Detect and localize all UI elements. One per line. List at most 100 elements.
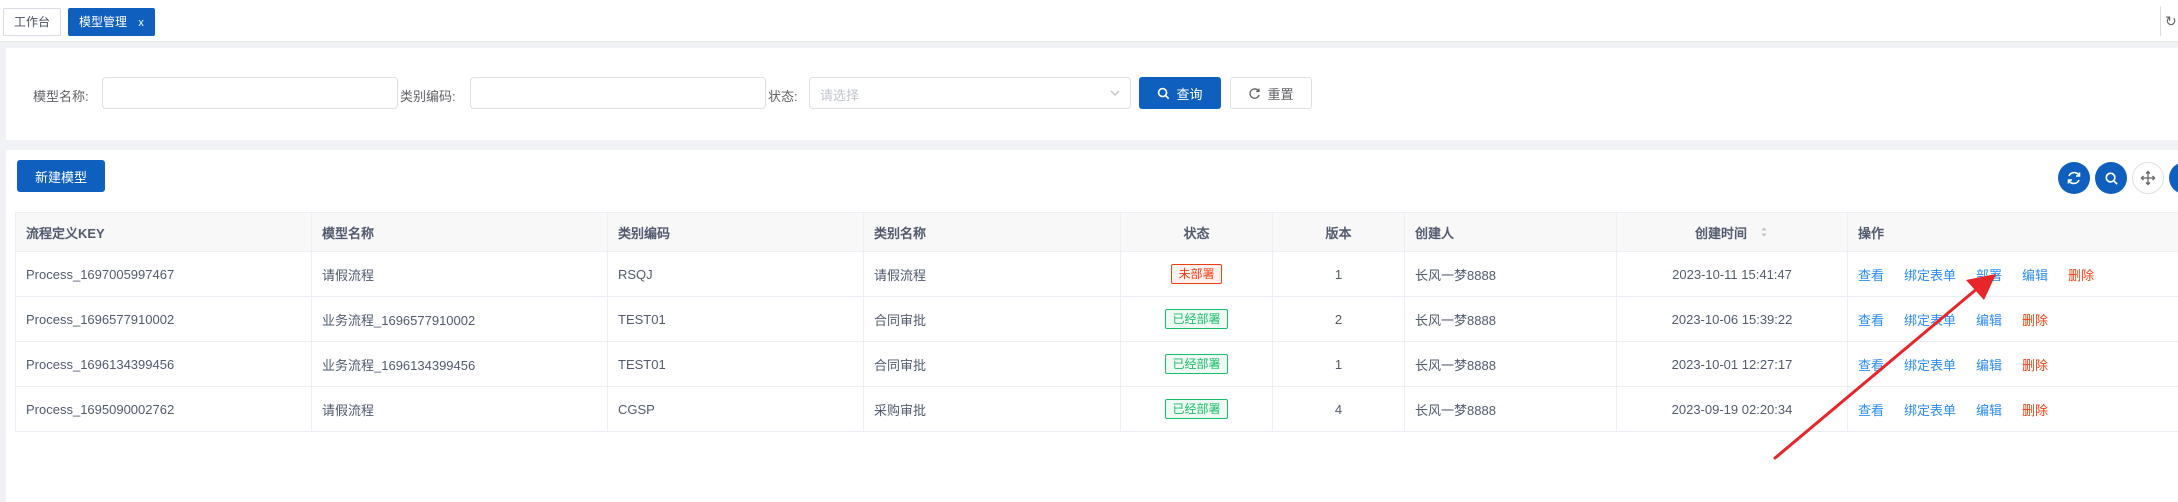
cell-creator-text: 长风一梦8888 [1415,402,1496,418]
status-badge: 已经部署 [1165,309,1228,329]
status-label: 状态: [768,89,798,104]
cell-category-code: CGSP [608,387,864,431]
cell-created-at-text: 2023-10-01 12:27:17 [1671,356,1793,372]
cell-model-name-text: 请假流程 [322,267,375,283]
reset-button-label: 重置 [1267,86,1294,102]
edit-button[interactable]: 编辑 [1976,355,2002,374]
search-icon [1158,87,1170,99]
search-icon [2104,171,2118,185]
cell-creator-text: 长风一梦8888 [1415,357,1496,373]
cell-category-code-text: TEST01 [618,356,666,372]
delete-button[interactable]: 删除 [2022,400,2048,419]
cell-category-code: TEST01 [608,297,864,341]
cell-category-name-text: 合同审批 [874,357,927,373]
refresh-icon [1249,87,1261,99]
cell-status: 未部署 [1121,252,1273,296]
edit-button[interactable]: 编辑 [1976,310,2002,329]
cell-version: 2 [1273,297,1405,341]
status-select[interactable]: 请选择 [809,77,1131,109]
edit-button[interactable]: 编辑 [2022,265,2048,284]
cell-model-name-text: 请假流程 [322,402,375,418]
sort-icon[interactable] [1759,225,1769,239]
column-settings-button[interactable] [2132,162,2164,194]
model-name-input[interactable] [102,77,398,109]
cell-creator: 长风一梦8888 [1405,342,1617,386]
new-model-button-label: 新建模型 [34,169,87,185]
new-model-button[interactable]: 新建模型 [17,160,105,192]
cell-key-text: Process_1696134399456 [26,356,175,372]
bind-form-button[interactable]: 绑定表单 [1904,355,1956,374]
cell-version-text: 1 [1334,356,1343,372]
cell-category-name-text: 合同审批 [874,312,927,328]
delete-button[interactable]: 删除 [2022,355,2048,374]
delete-button[interactable]: 删除 [2068,265,2094,284]
model-table: 流程定义KEY 模型名称 类别编码 类别名称 状态 版本 创建人 创建时间 操作… [15,212,2178,432]
table-header: 流程定义KEY 模型名称 类别编码 类别名称 状态 版本 创建人 创建时间 操作 [16,213,2178,252]
cell-category-name: 合同审批 [864,342,1121,386]
cell-actions: 查看 绑定表单 部署 编辑 删除 [1848,252,2178,296]
cell-key-text: Process_1695090002762 [26,401,175,417]
cell-category-name: 合同审批 [864,297,1121,341]
cell-category-name: 采购审批 [864,387,1121,431]
cell-created-at-text: 2023-09-19 02:20:34 [1671,401,1793,417]
tab-model-management[interactable]: 模型管理 x [68,8,155,36]
refresh-icon [2067,171,2081,185]
header-key: 流程定义KEY [16,213,312,251]
cell-version: 1 [1273,342,1405,386]
bind-form-button[interactable]: 绑定表单 [1904,400,1956,419]
cell-status: 已经部署 [1121,297,1273,341]
cell-actions: 查看 绑定表单 编辑 删除 [1848,297,2178,341]
header-version: 版本 [1273,213,1405,251]
model-list-panel: 新建模型 流程定义KEY 模型名称 类别编码 类别名称 状态 版本 创建人 创建… [6,150,2178,502]
status-select-placeholder: 请选择 [820,88,860,103]
view-button[interactable]: 查看 [1858,265,1884,284]
cell-model-name: 请假流程 [312,387,608,431]
cell-model-name: 业务流程_1696134399456 [312,342,608,386]
bind-form-button[interactable]: 绑定表单 [1904,310,1956,329]
tab-workbench-label: 工作台 [14,15,51,29]
reset-button[interactable]: 重置 [1230,77,1312,109]
cell-creator-text: 长风一梦8888 [1415,312,1496,328]
model-name-label: 模型名称: [33,89,89,104]
header-category-name: 类别名称 [864,213,1121,251]
cell-status: 已经部署 [1121,387,1273,431]
bind-form-button[interactable]: 绑定表单 [1904,265,1956,284]
cell-created-at: 2023-10-11 15:41:47 [1617,252,1848,296]
header-creator: 创建人 [1405,213,1617,251]
cell-category-code: TEST01 [608,342,864,386]
category-code-input[interactable] [470,77,766,109]
status-badge: 已经部署 [1165,399,1228,419]
header-created-at[interactable]: 创建时间 [1617,213,1848,251]
close-icon[interactable]: x [138,17,144,29]
move-icon [2140,170,2156,186]
delete-button[interactable]: 删除 [2022,310,2048,329]
header-status: 状态 [1121,213,1273,251]
header-created-at-label: 创建时间 [1694,225,1747,241]
search-panel: 模型名称: 类别编码: 状态: 请选择 查询 重置 [6,48,2178,140]
tab-refresh-button[interactable]: ↻ [2160,6,2178,36]
view-button[interactable]: 查看 [1858,355,1884,374]
tab-model-management-label: 模型管理 [79,15,128,29]
cell-key: Process_1697005997467 [16,252,312,296]
chevron-down-icon [1110,90,1120,96]
query-button[interactable]: 查询 [1139,77,1221,109]
view-button[interactable]: 查看 [1858,310,1884,329]
cell-category-name: 请假流程 [864,252,1121,296]
cell-key: Process_1696577910002 [16,297,312,341]
cell-key-text: Process_1696577910002 [26,311,175,327]
cell-version-text: 2 [1334,311,1343,327]
toggle-search-button[interactable] [2095,162,2127,194]
tab-workbench[interactable]: 工作台 [3,8,62,36]
cell-actions: 查看 绑定表单 编辑 删除 [1848,342,2178,386]
cell-version-text: 4 [1334,401,1343,417]
cell-creator: 长风一梦8888 [1405,297,1617,341]
cell-category-code-text: CGSP [618,401,655,417]
refresh-list-button[interactable] [2058,162,2090,194]
cell-version: 1 [1273,252,1405,296]
more-button[interactable] [2169,162,2178,194]
edit-button[interactable]: 编辑 [1976,400,2002,419]
deploy-button[interactable]: 部署 [1976,265,2002,284]
view-button[interactable]: 查看 [1858,400,1884,419]
cell-version: 4 [1273,387,1405,431]
status-badge: 已经部署 [1165,354,1228,374]
